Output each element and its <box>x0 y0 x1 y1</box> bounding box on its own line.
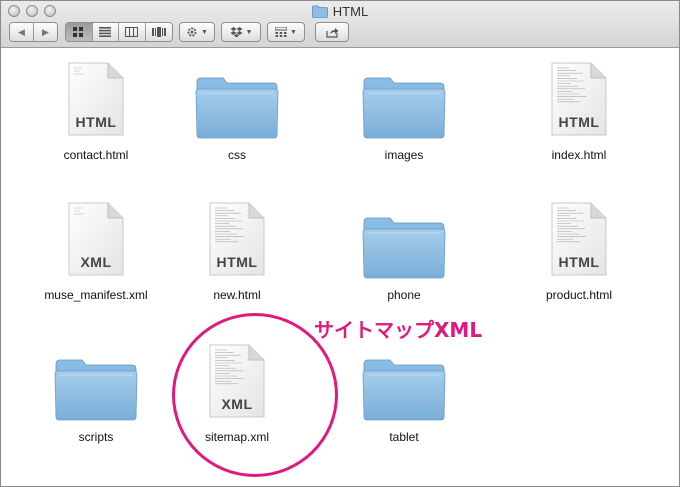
arrange-button[interactable]: ▼ <box>267 22 305 42</box>
folder-icon <box>177 56 297 148</box>
share-button[interactable] <box>315 22 349 42</box>
grid-icon <box>73 27 84 37</box>
folder-item[interactable]: phone <box>344 196 464 302</box>
chevron-down-icon: ▼ <box>245 28 253 36</box>
coverflow-view-button[interactable] <box>145 23 172 41</box>
file-item[interactable]: HTML index.html <box>519 56 639 162</box>
item-name: index.html <box>551 148 607 162</box>
item-name: contact.html <box>63 148 129 162</box>
item-name: muse_manifest.xml <box>44 288 148 302</box>
item-name: new.html <box>213 288 261 302</box>
item-name: scripts <box>78 430 114 444</box>
list-icon <box>99 27 112 37</box>
file-type-label: XML <box>80 254 112 270</box>
chevron-down-icon: ▼ <box>201 28 208 36</box>
folder-item[interactable]: scripts <box>36 338 156 444</box>
window-title: HTML <box>332 4 369 19</box>
folder-icon <box>344 338 464 430</box>
item-name: images <box>384 148 424 162</box>
action-menu-button[interactable]: ▼ <box>179 22 215 42</box>
file-type-label: HTML <box>75 114 117 130</box>
file-item[interactable]: XML muse_manifest.xml <box>36 196 156 302</box>
folder-icon <box>311 5 328 18</box>
gear-icon <box>187 27 197 37</box>
column-view-button[interactable] <box>119 23 146 41</box>
list-view-button[interactable] <box>92 23 119 41</box>
column-icon <box>125 27 139 37</box>
document-icon: XML <box>36 196 156 288</box>
file-item[interactable]: HTML contact.html <box>36 56 156 162</box>
arrange-icon <box>275 27 288 37</box>
folder-icon <box>36 338 156 430</box>
document-icon: HTML <box>519 196 639 288</box>
icon-view-button[interactable] <box>66 23 93 41</box>
dropbox-icon <box>230 26 243 37</box>
folder-icon <box>344 56 464 148</box>
window-title-group: HTML <box>1 4 679 19</box>
folder-item[interactable]: tablet <box>344 338 464 444</box>
item-name: css <box>228 148 246 162</box>
item-name: tablet <box>389 430 419 444</box>
file-item[interactable]: HTML product.html <box>519 196 639 302</box>
folder-item[interactable]: images <box>344 56 464 162</box>
dropbox-button[interactable]: ▼ <box>221 22 261 42</box>
back-forward-group: ◀ ▶ <box>9 22 58 42</box>
file-item[interactable]: HTML new.html <box>177 196 297 302</box>
file-type-label: HTML <box>216 254 258 270</box>
document-icon: HTML <box>519 56 639 148</box>
item-name: phone <box>387 288 421 302</box>
chevron-down-icon: ▼ <box>290 28 297 36</box>
title-bar: HTML ◀ ▶ ▼ ▼ ▼ <box>1 1 679 48</box>
annotation-label: サイトマップXML <box>314 318 483 342</box>
file-type-label: HTML <box>558 254 600 270</box>
file-type-label: HTML <box>558 114 600 130</box>
item-name: product.html <box>545 288 613 302</box>
view-mode-group <box>65 22 173 42</box>
back-button[interactable]: ◀ <box>10 23 34 41</box>
document-icon: HTML <box>177 196 297 288</box>
share-icon <box>325 27 338 38</box>
folder-icon <box>344 196 464 288</box>
forward-button[interactable]: ▶ <box>34 23 57 41</box>
file-grid: HTML contact.html css images HTML index.ht… <box>1 48 679 486</box>
finder-window: HTML ◀ ▶ ▼ ▼ ▼ HTML contact.html css ima… <box>0 0 680 487</box>
coverflow-icon <box>151 27 166 37</box>
folder-item[interactable]: css <box>177 56 297 162</box>
document-icon: HTML <box>36 56 156 148</box>
